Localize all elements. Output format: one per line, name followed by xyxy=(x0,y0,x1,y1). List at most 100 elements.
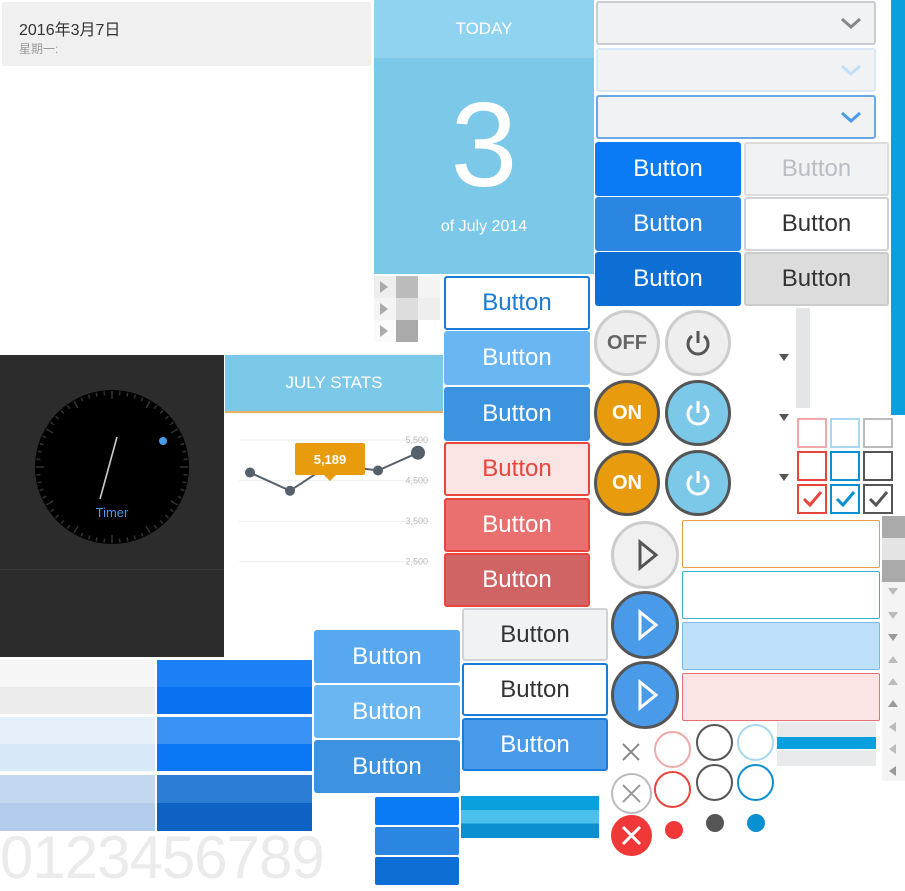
play-arrow-icon[interactable] xyxy=(380,303,388,315)
checkbox[interactable] xyxy=(863,451,893,481)
color-chip[interactable] xyxy=(375,797,459,825)
button[interactable]: Button xyxy=(595,197,741,251)
select-focus[interactable] xyxy=(596,95,876,139)
color-chip[interactable] xyxy=(375,827,459,855)
dial-tick xyxy=(96,393,97,397)
progress-track xyxy=(777,722,876,766)
y-tick-label: 2,500 xyxy=(405,557,428,567)
caret-down-icon[interactable] xyxy=(779,474,789,481)
close-button[interactable] xyxy=(611,773,652,814)
swatch-blue2 xyxy=(157,717,312,771)
checkbox-checked[interactable] xyxy=(863,484,893,514)
arrow-grid xyxy=(374,276,442,342)
button[interactable]: Button xyxy=(744,252,889,306)
today-caption: of July 2014 xyxy=(374,216,594,238)
play-button[interactable] xyxy=(611,521,679,589)
caret-left-icon[interactable] xyxy=(889,766,896,776)
caret-up-icon[interactable] xyxy=(888,656,898,663)
caret-left-icon[interactable] xyxy=(889,722,896,732)
button[interactable]: Button xyxy=(314,740,460,793)
timer-dial[interactable] xyxy=(34,389,190,545)
button[interactable]: Button xyxy=(595,252,741,306)
date-text: 2016年3月7日 xyxy=(19,16,120,40)
play-arrow-icon[interactable] xyxy=(380,281,388,293)
caret-up-icon[interactable] xyxy=(888,700,898,707)
data-point[interactable] xyxy=(245,468,255,478)
button[interactable]: Button xyxy=(462,718,608,771)
play-arrow-icon[interactable] xyxy=(380,325,388,337)
weekday-text: 星期一: xyxy=(19,40,58,57)
text-input[interactable] xyxy=(682,622,880,670)
timer-label: Timer xyxy=(0,505,224,520)
button[interactable]: Button xyxy=(444,498,590,552)
chevron-down-icon xyxy=(840,15,862,31)
checkbox-checked[interactable] xyxy=(797,484,827,514)
caret-down-icon[interactable] xyxy=(888,634,898,641)
checkbox[interactable] xyxy=(797,451,827,481)
button[interactable]: Button xyxy=(314,630,460,683)
today-header: TODAY xyxy=(374,0,594,58)
checkbox[interactable] xyxy=(797,418,827,448)
power-button[interactable] xyxy=(665,310,731,376)
toggle-off-label: OFF xyxy=(607,332,647,355)
radio-button[interactable] xyxy=(654,771,691,808)
today-day: 3 xyxy=(374,80,594,210)
play-button[interactable] xyxy=(611,661,679,729)
checkbox[interactable] xyxy=(830,451,860,481)
caret-up-icon[interactable] xyxy=(888,678,898,685)
edge-bar xyxy=(891,0,905,415)
dial-tick xyxy=(127,537,128,541)
toggle-on-switch[interactable]: ON xyxy=(594,380,660,446)
timer-widget: Timer xyxy=(0,355,224,657)
power-button[interactable] xyxy=(665,450,731,516)
caret-down-icon[interactable] xyxy=(779,414,789,421)
select-hover[interactable] xyxy=(596,48,876,92)
radio-button[interactable] xyxy=(696,724,733,761)
toggle-off-switch[interactable]: OFF xyxy=(594,310,660,376)
caret-left-icon[interactable] xyxy=(889,744,896,754)
select-default[interactable] xyxy=(596,1,876,45)
radio-button[interactable] xyxy=(696,764,733,801)
data-point[interactable] xyxy=(373,466,383,476)
data-point[interactable] xyxy=(285,486,295,496)
text-input[interactable] xyxy=(682,520,880,568)
radio-button[interactable] xyxy=(737,724,774,761)
caret-down-icon[interactable] xyxy=(888,612,898,619)
text-input[interactable] xyxy=(682,673,880,721)
dial-tick xyxy=(38,482,42,483)
checkbox[interactable] xyxy=(830,418,860,448)
stats-tooltip: 5,189 xyxy=(295,443,365,475)
close-button[interactable] xyxy=(611,815,652,856)
caret-down-icon[interactable] xyxy=(779,354,789,361)
data-point[interactable] xyxy=(411,446,425,460)
radio-button[interactable] xyxy=(654,731,691,768)
power-button[interactable] xyxy=(665,380,731,446)
button[interactable]: Button xyxy=(314,685,460,738)
close-icon[interactable] xyxy=(617,738,645,766)
button[interactable]: Button xyxy=(444,553,590,607)
button[interactable]: Button xyxy=(444,331,590,385)
button[interactable]: Button xyxy=(444,276,590,330)
scroll-track[interactable] xyxy=(796,308,810,408)
spinner-column[interactable] xyxy=(882,516,905,781)
play-button[interactable] xyxy=(611,591,679,659)
checkmark-icon xyxy=(865,486,891,512)
button[interactable]: Button xyxy=(444,387,590,441)
button[interactable]: Button xyxy=(462,608,608,661)
y-tick-label: 5,500 xyxy=(405,435,428,445)
stats-header: JULY STATS xyxy=(225,355,443,413)
color-chip[interactable] xyxy=(375,857,459,885)
caret-down-icon[interactable] xyxy=(888,588,898,595)
text-input[interactable] xyxy=(682,571,880,619)
button[interactable]: Button xyxy=(462,663,608,716)
today-header-label: TODAY xyxy=(456,19,513,39)
toggle-on-switch[interactable]: ON xyxy=(594,450,660,516)
button[interactable]: Button xyxy=(744,197,889,251)
dial-tick xyxy=(96,537,97,541)
checkbox[interactable] xyxy=(863,418,893,448)
radio-button[interactable] xyxy=(737,764,774,801)
button[interactable]: Button xyxy=(744,142,889,196)
checkbox-checked[interactable] xyxy=(830,484,860,514)
button[interactable]: Button xyxy=(595,142,741,196)
button[interactable]: Button xyxy=(444,442,590,496)
